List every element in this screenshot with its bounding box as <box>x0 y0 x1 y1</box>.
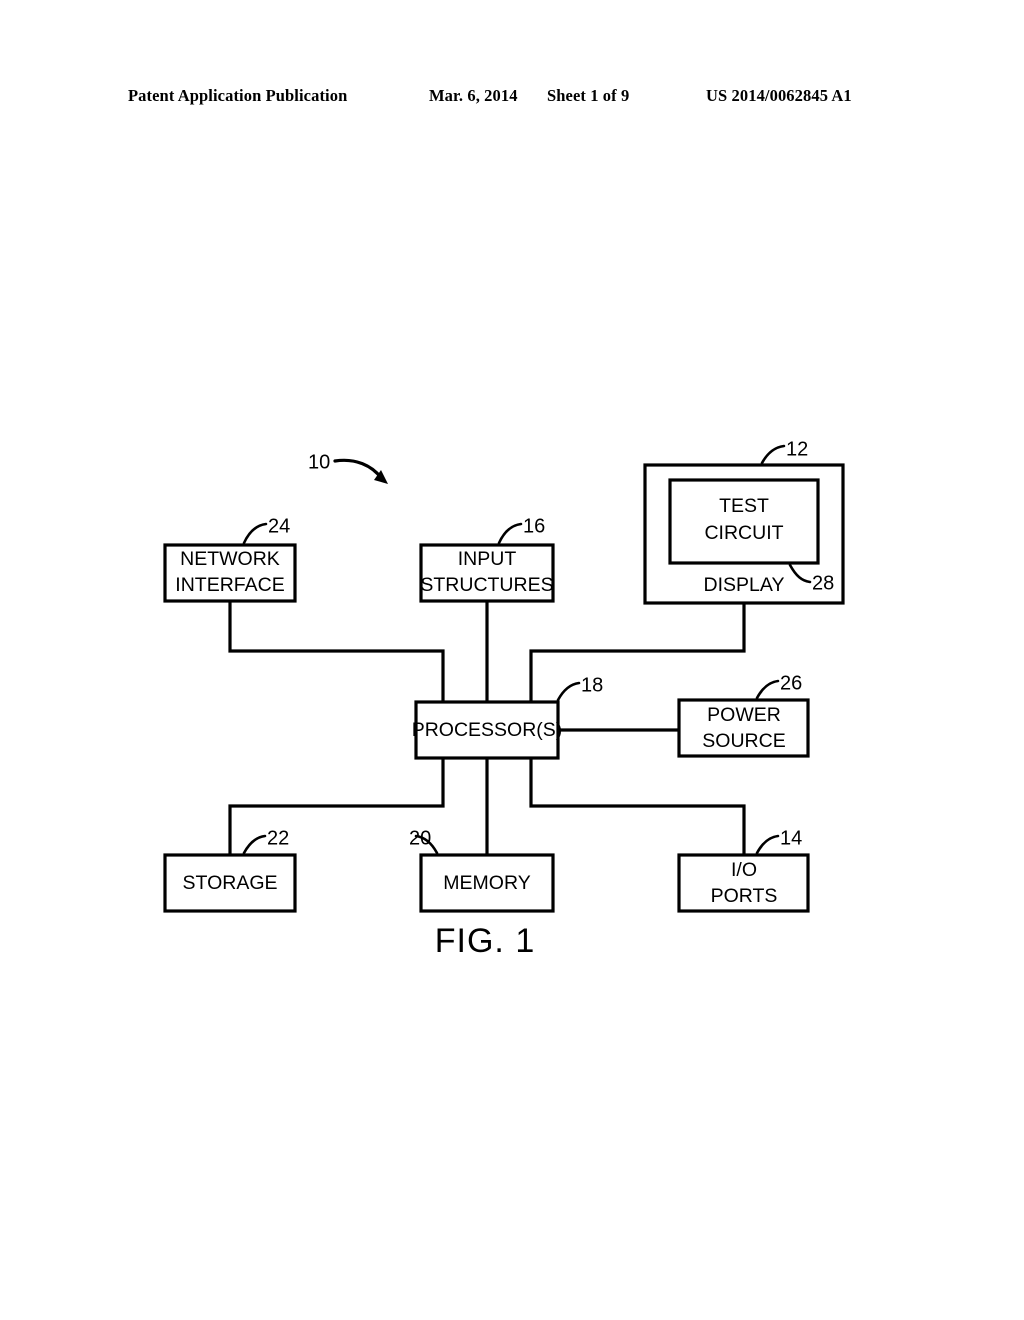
ref-numeral-14: 14 <box>780 827 802 849</box>
ref-numeral-10: 10 <box>308 451 330 473</box>
leader-line-16 <box>497 522 523 545</box>
input-structures-label-line2: STRUCTURES <box>420 574 553 596</box>
ref-numeral-20: 20 <box>409 827 431 849</box>
block-display: TEST CIRCUIT DISPLAY 12 28 <box>643 438 845 605</box>
ref-numeral-28: 28 <box>812 572 834 594</box>
io-ports-label-line1: I/O <box>731 859 757 881</box>
test-circuit-label-line1: TEST <box>719 495 769 517</box>
block-power-source: POWER SOURCE 26 <box>677 672 810 758</box>
connector-network-interface-to-processor <box>228 601 445 702</box>
block-input-structures: INPUT STRUCTURES 16 <box>419 515 555 603</box>
ref-numeral-24: 24 <box>268 515 290 537</box>
block-network-interface: NETWORK INTERFACE 24 <box>163 515 297 603</box>
storage-label: STORAGE <box>183 872 278 894</box>
block-processors: PROCESSOR(S) 18 <box>412 674 603 760</box>
power-source-label-line1: POWER <box>707 704 781 726</box>
power-source-label-line2: SOURCE <box>702 730 785 752</box>
ref-numeral-12: 12 <box>786 438 808 460</box>
leader-line-26 <box>755 679 780 700</box>
network-interface-label-line1: NETWORK <box>180 548 280 570</box>
leader-line-14 <box>755 834 780 855</box>
test-circuit-label-line2: CIRCUIT <box>704 522 783 544</box>
memory-label: MEMORY <box>443 872 530 894</box>
leader-line-24 <box>242 522 268 545</box>
input-structures-label-line1: INPUT <box>458 548 517 570</box>
leader-line-12 <box>760 444 786 465</box>
leader-line-22 <box>242 834 267 855</box>
ref-numeral-16: 16 <box>523 515 545 537</box>
ref-numeral-26: 26 <box>780 672 802 694</box>
connector-processor-to-io-ports <box>529 758 746 855</box>
figure-1-diagram: 10 NETWORK INTERFACE 24 INPUT STRUCTURES… <box>0 0 1024 1320</box>
io-ports-label-line2: PORTS <box>711 885 778 907</box>
block-memory: MEMORY 20 <box>409 827 555 913</box>
processors-label: PROCESSOR(S) <box>412 719 563 741</box>
figure-caption: FIG. 1 <box>435 922 535 960</box>
ref-numeral-22: 22 <box>267 827 289 849</box>
system-callout-arrow <box>333 458 384 481</box>
ref-numeral-18: 18 <box>581 674 603 696</box>
network-interface-label-line2: INTERFACE <box>175 574 284 596</box>
leader-line-18 <box>556 681 581 702</box>
connector-display-to-processor <box>529 603 746 702</box>
display-label: DISPLAY <box>704 574 785 596</box>
